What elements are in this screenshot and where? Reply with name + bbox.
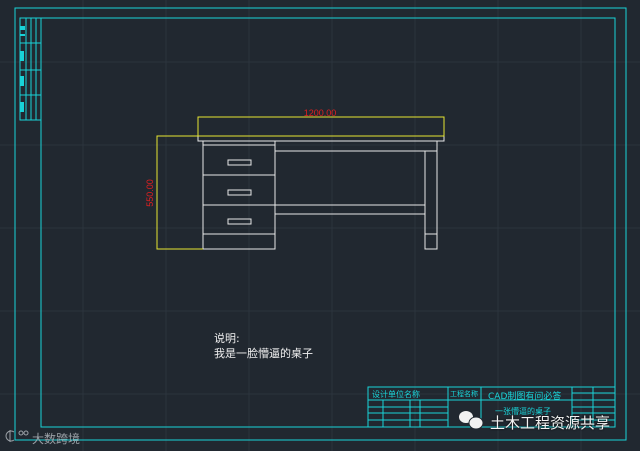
side-stamps (20, 26, 25, 112)
dimension-height[interactable]: 550.00 (145, 179, 155, 207)
wechat-watermark: 土木工程资源共享 (490, 414, 611, 432)
note-text: 我是一脸懵逼的桌子 (214, 347, 313, 360)
wechat-icon (459, 411, 484, 430)
grid (0, 0, 640, 451)
selection-highlight (156, 116, 445, 250)
cad-canvas[interactable]: 1200.00 550.00 (0, 0, 640, 451)
project-name: CAD制图有问必答 (488, 392, 562, 402)
note-title: 说明: (214, 332, 240, 345)
drawing-frame (14, 7, 627, 441)
brand-watermark: 大数跨境 (32, 432, 81, 446)
design-unit-label: 设计单位名称 (372, 390, 420, 399)
project-name-label: 工程名称 (450, 390, 478, 398)
desk-drawing[interactable] (197, 135, 445, 250)
dimension-width[interactable]: 1200.00 (304, 108, 337, 118)
